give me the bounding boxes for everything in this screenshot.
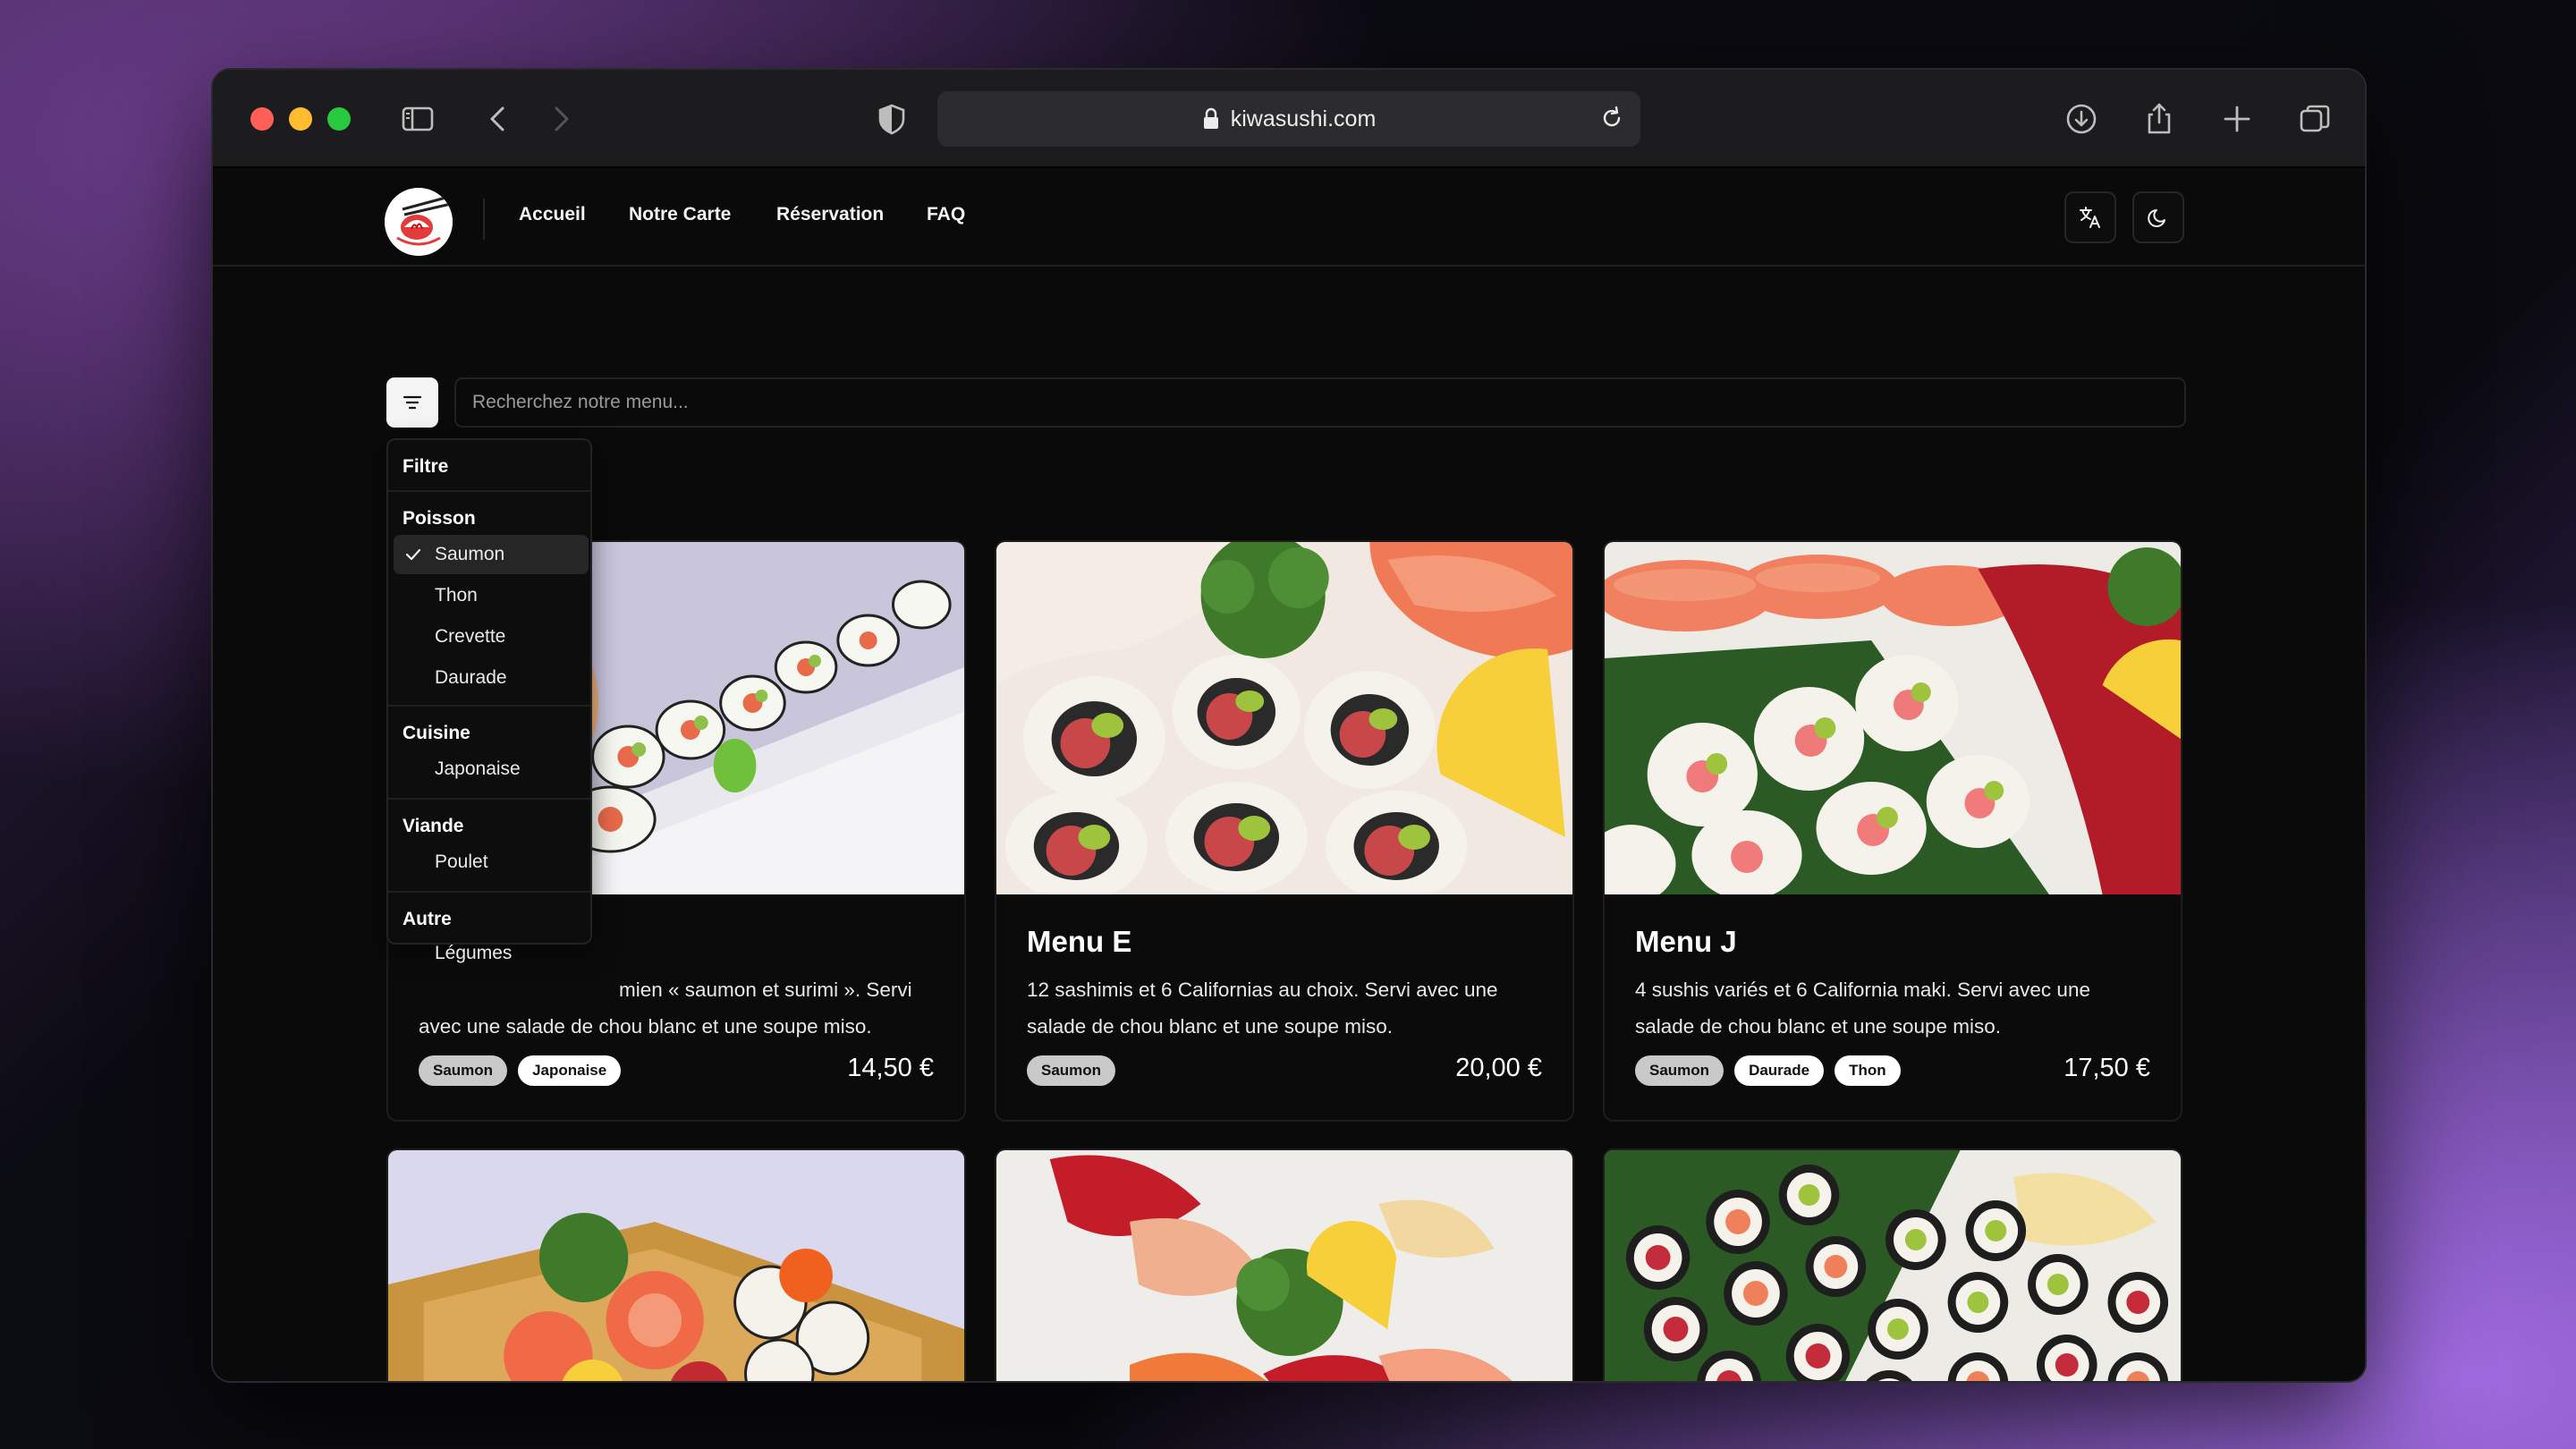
sidebar-toggle-icon[interactable] [395, 97, 440, 141]
menu-card-tags: Saumon Daurade Thon [1635, 1055, 1901, 1086]
zoom-window-button[interactable] [327, 107, 351, 131]
menu-card[interactable]: Menu E 12 sashimis et 6 Californias au c… [995, 540, 1574, 1122]
menu-card[interactable]: Menu J 4 sushis variés et 6 California m… [1603, 540, 2182, 1122]
tag-badge[interactable]: Saumon [1027, 1055, 1116, 1086]
divider [388, 891, 590, 893]
filter-option-thon[interactable]: Thon [394, 576, 589, 615]
filter-icon [402, 395, 422, 410]
filter-button[interactable] [386, 377, 438, 428]
lock-icon [1202, 107, 1220, 131]
tab-overview-icon[interactable] [2292, 97, 2337, 141]
filter-group-autre: Autre [402, 909, 452, 929]
menu-card-tags: Saumon [1027, 1055, 1116, 1086]
menu-card-tags: Saumon Japonaise [419, 1055, 622, 1086]
tag-badge[interactable]: Thon [1835, 1055, 1901, 1086]
menu-card-price: 14,50 € [847, 1054, 934, 1082]
back-icon[interactable] [476, 97, 521, 141]
filter-group-viande: Viande [402, 816, 464, 836]
menu-card-description: mien « saumon et surimi ». Servi avec un… [419, 979, 912, 1038]
menu-card-image [1605, 542, 2181, 894]
check-icon [405, 548, 421, 561]
filter-option-crevette[interactable]: Crevette [394, 617, 589, 657]
menu-card-title: Menu J [1635, 925, 1737, 958]
url-text: kiwasushi.com [1230, 106, 1377, 131]
menu-card-price: 20,00 € [1455, 1054, 1542, 1082]
menu-card-price: 17,50 € [2063, 1054, 2150, 1082]
kiwa-sushi-logo[interactable] [385, 188, 453, 256]
menu-card-image [996, 542, 1572, 894]
reload-icon[interactable] [1594, 100, 1630, 136]
filter-option-daurade[interactable]: Daurade [394, 658, 589, 698]
divider [388, 705, 590, 707]
nav-divider [483, 199, 485, 240]
nav-link-faq[interactable]: FAQ [927, 204, 965, 225]
language-button[interactable] [2064, 191, 2116, 243]
new-tab-icon[interactable] [2215, 97, 2259, 141]
menu-card-description: 4 sushis variés et 6 California maki. Se… [1635, 979, 2090, 1038]
privacy-shield-icon[interactable] [869, 97, 914, 141]
filter-option-legumes[interactable]: Légumes [394, 936, 589, 971]
forward-icon[interactable] [538, 97, 583, 141]
close-window-button[interactable] [250, 107, 274, 131]
browser-window: kiwasushi.com Accueil Notre Carte Réserv… [211, 68, 2367, 1383]
menu-search-input[interactable] [454, 377, 2186, 428]
nav-link-reservation[interactable]: Réservation [776, 204, 884, 225]
tag-badge[interactable]: Saumon [1635, 1055, 1724, 1086]
tag-badge[interactable]: Japonaise [518, 1055, 622, 1086]
menu-card[interactable] [386, 1148, 966, 1381]
browser-toolbar: kiwasushi.com [213, 70, 2365, 168]
web-page: Accueil Notre Carte Réservation FAQ Rech… [213, 168, 2365, 1381]
nav-link-accueil[interactable]: Accueil [519, 204, 586, 225]
filter-group-poisson: Poisson [402, 508, 476, 529]
menu-card[interactable] [1603, 1148, 2182, 1381]
address-bar[interactable]: kiwasushi.com [937, 91, 1640, 147]
menu-card-image [996, 1150, 1572, 1381]
divider [388, 798, 590, 800]
minimize-window-button[interactable] [289, 107, 312, 131]
filter-dropdown: Filtre Poisson Saumon Thon Crevette Daur… [386, 438, 592, 963]
menu-card[interactable] [995, 1148, 1574, 1381]
filter-group-cuisine: Cuisine [402, 723, 470, 743]
filter-option-japonaise[interactable]: Japonaise [394, 750, 589, 789]
nav-link-notre-carte[interactable]: Notre Carte [629, 204, 731, 225]
filter-option-poulet[interactable]: Poulet [394, 843, 589, 882]
menu-card-title: Menu E [1027, 925, 1132, 958]
menu-card-description: 12 sashimis et 6 Californias au choix. S… [1027, 979, 1498, 1038]
menu-card-image [388, 1150, 964, 1381]
download-icon[interactable] [2059, 97, 2104, 141]
theme-toggle-button[interactable] [2132, 191, 2184, 243]
tag-badge[interactable]: Daurade [1734, 1055, 1825, 1086]
site-navbar: Accueil Notre Carte Réservation FAQ [213, 168, 2365, 267]
filter-dropdown-title: Filtre [402, 456, 449, 477]
translate-icon [2080, 207, 2100, 228]
menu-card-image [1605, 1150, 2181, 1381]
moon-icon [2148, 209, 2165, 227]
divider [388, 490, 590, 492]
tag-badge[interactable]: Saumon [419, 1055, 508, 1086]
share-icon[interactable] [2137, 97, 2182, 141]
filter-option-saumon[interactable]: Saumon [394, 535, 589, 574]
